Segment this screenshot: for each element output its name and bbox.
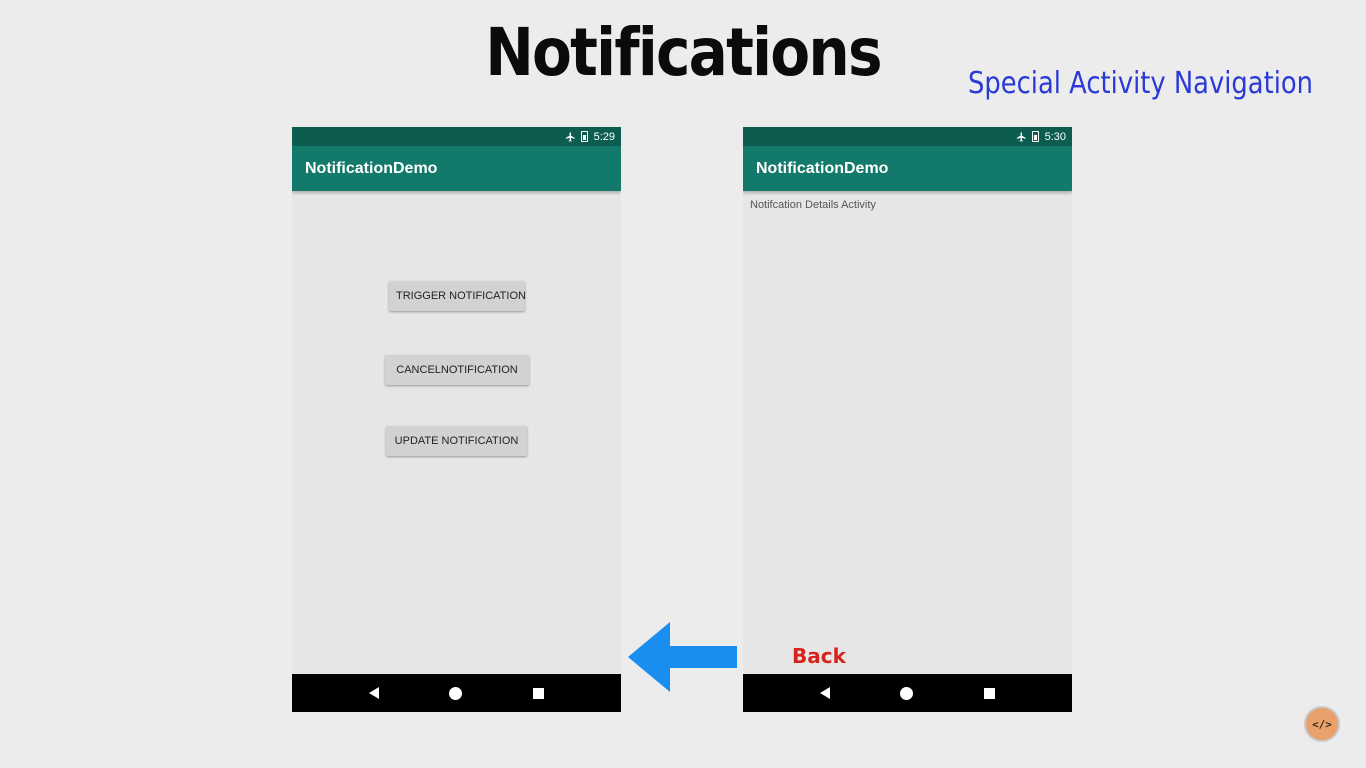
main-content: TRIGGER NOTIFICATION CANCELNOTIFICATION … [292, 191, 621, 674]
status-bar: 5:30 [743, 127, 1072, 146]
airplane-icon [565, 131, 575, 143]
navigation-bar [292, 674, 621, 712]
navigation-bar [743, 674, 1072, 712]
airplane-icon [1016, 131, 1026, 143]
back-icon[interactable] [820, 687, 831, 699]
battery-icon [1031, 131, 1039, 142]
app-bar-title: NotificationDemo [292, 146, 621, 191]
channel-logo: </> [1304, 706, 1340, 742]
home-icon[interactable] [900, 686, 914, 700]
recents-icon[interactable] [983, 687, 995, 699]
status-time: 5:29 [593, 130, 615, 143]
left-arrow-icon [628, 622, 737, 692]
app-bar-title: NotificationDemo [743, 146, 1072, 191]
slide-subtitle: Special Activity Navigation [968, 66, 1314, 101]
back-label: Back [792, 644, 846, 668]
right-phone-screen: 5:30 NotificationDemo Notifcation Detail… [743, 127, 1072, 712]
main-content: Notifcation Details Activity [743, 191, 1072, 674]
back-icon[interactable] [369, 687, 380, 699]
trigger-notification-button[interactable]: TRIGGER NOTIFICATION [389, 281, 526, 311]
home-icon[interactable] [449, 686, 463, 700]
recents-icon[interactable] [532, 687, 544, 699]
battery-icon [580, 131, 588, 142]
status-time: 5:30 [1044, 130, 1066, 143]
status-bar: 5:29 [292, 127, 621, 146]
left-phone-screen: 5:29 NotificationDemo TRIGGER NOTIFICATI… [292, 127, 621, 712]
cancel-notification-button[interactable]: CANCELNOTIFICATION [385, 355, 529, 385]
update-notification-button[interactable]: UPDATE NOTIFICATION [386, 426, 527, 456]
details-activity-text: Notifcation Details Activity [750, 199, 876, 211]
